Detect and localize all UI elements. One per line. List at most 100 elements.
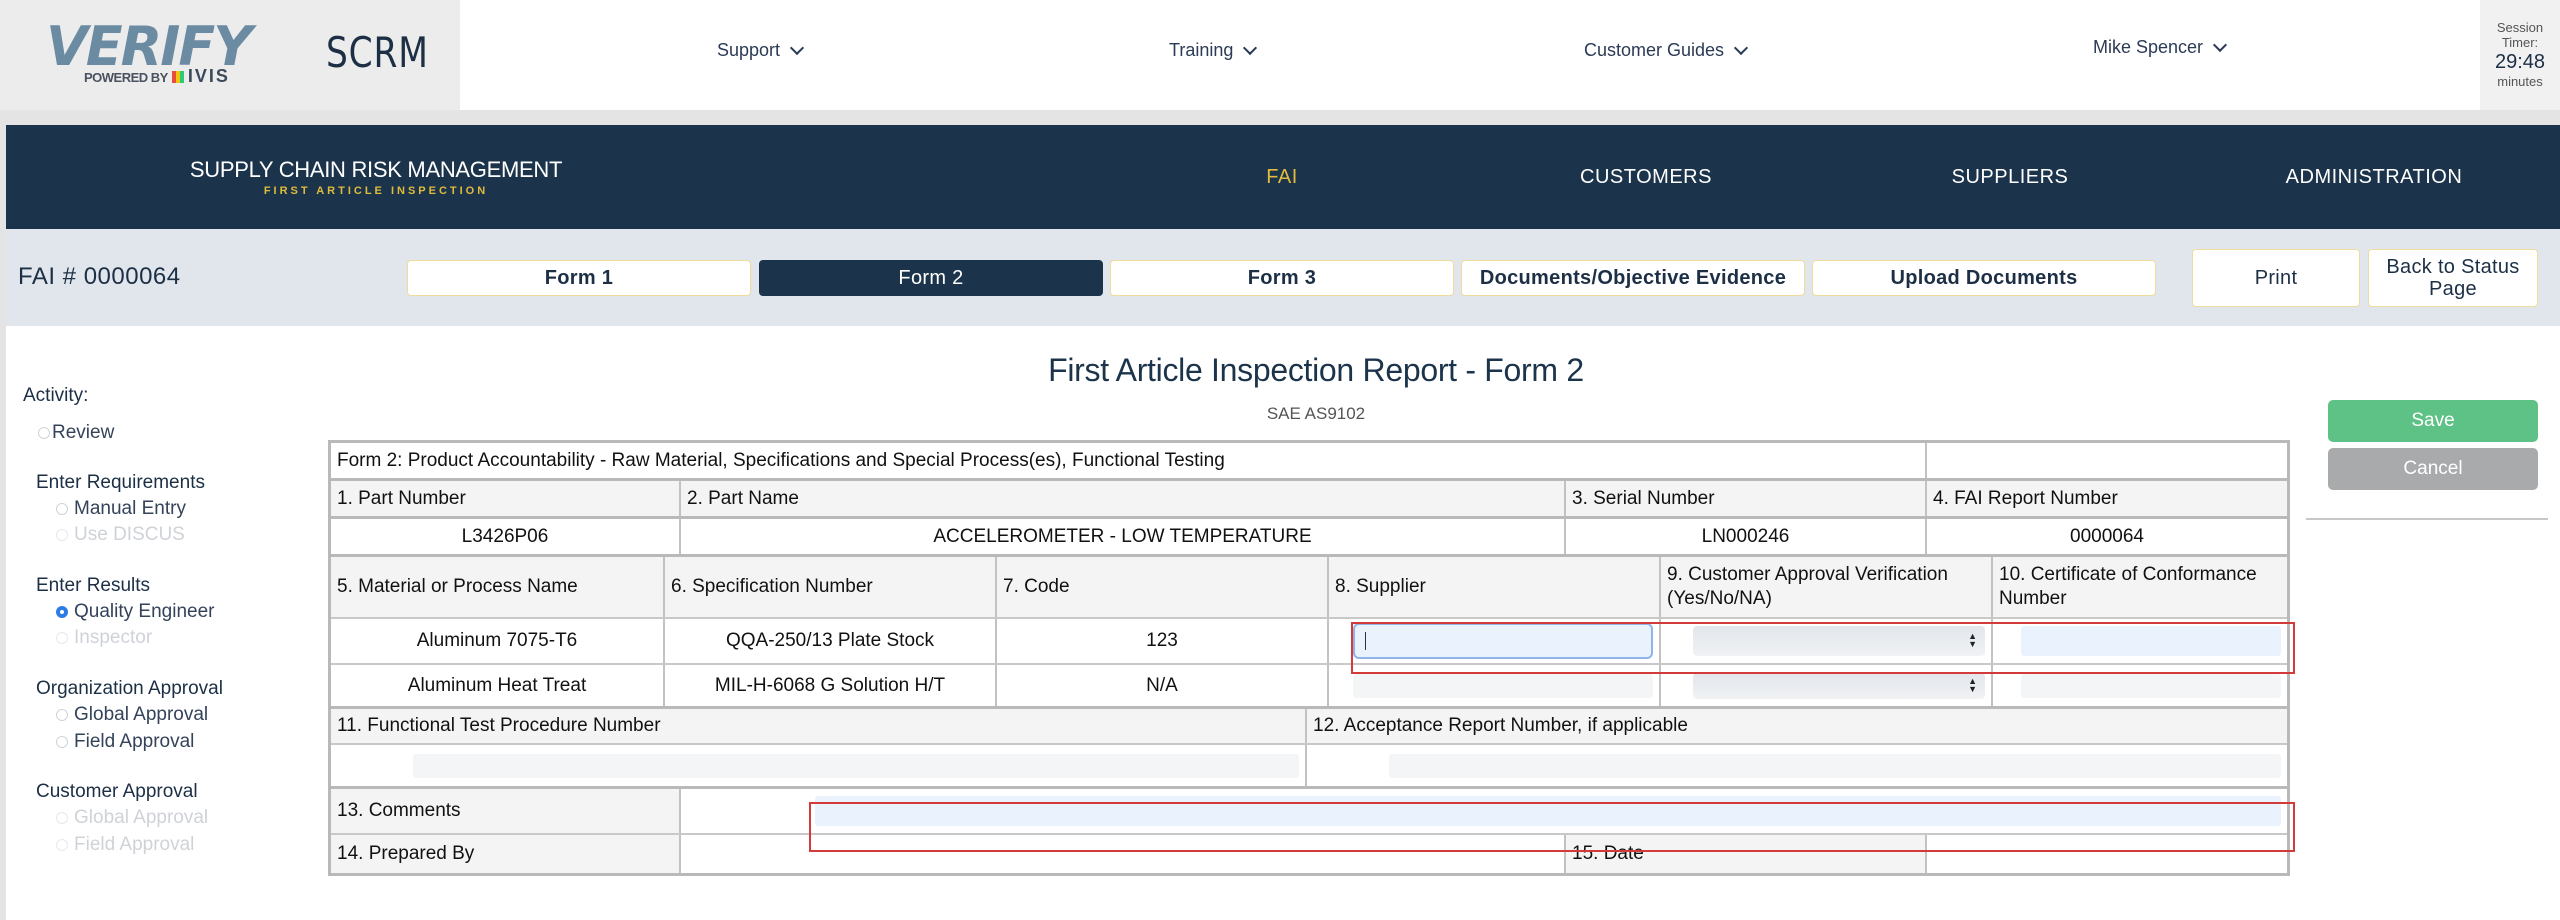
col-supplier: 8. Supplier	[1329, 557, 1661, 617]
user-name: Mike Spencer	[2093, 37, 2204, 57]
group-enter-requirements: Enter Requirements	[36, 472, 205, 493]
activity-sidebar: Activity: Review Enter Requirements Manu…	[6, 326, 326, 920]
coc-cell	[1993, 665, 2287, 706]
chevron-down-icon	[1733, 40, 1749, 55]
session-label: Session	[2496, 20, 2544, 35]
radio-icon	[56, 709, 68, 721]
coc-number-input[interactable]	[2021, 673, 2281, 698]
customer-approval-select[interactable]: ▲ ▼	[1693, 626, 1985, 656]
acceptance-report-input[interactable]	[1389, 753, 2281, 778]
supplier-input[interactable]	[1353, 673, 1653, 698]
chevron-down-icon	[1243, 40, 1258, 55]
fai-report-number-value: 0000064	[2070, 525, 2144, 547]
radio-label: Global Approval	[74, 704, 209, 725]
specification-number: QQA-250/13 Plate Stock	[665, 619, 997, 663]
radio-icon	[56, 503, 68, 515]
radio-icon	[56, 736, 68, 748]
topnav-customer-guides[interactable]: Customer Guides	[1584, 40, 1749, 61]
session-timer: Session Timer: 29:48 minutes	[2480, 0, 2560, 110]
radio-label: Quality Engineer	[74, 601, 215, 622]
nav-fai[interactable]: FAI	[1100, 125, 1464, 235]
topnav-support-label: Support	[717, 40, 781, 60]
verify-logo[interactable]: VERIFY POWERED BY IVIS	[46, 20, 276, 90]
radio-label: Field Approval	[74, 731, 195, 752]
back-to-status-button[interactable]: Back to Status Page	[2368, 249, 2538, 307]
supplier-cell	[1329, 665, 1661, 706]
tab-form-1[interactable]: Form 1	[407, 260, 751, 296]
form-title: First Article Inspection Report - Form 2	[1048, 352, 1584, 388]
radio-icon	[56, 529, 68, 541]
customer-approval-select[interactable]: ▲ ▼	[1693, 672, 1985, 699]
main-nav: SUPPLY CHAIN RISK MANAGEMENT FIRST ARTIC…	[6, 125, 2560, 235]
part-name-value: ACCELEROMETER - LOW TEMPERATURE	[681, 519, 1566, 554]
material-row: Aluminum Heat Treat MIL-H-6068 G Solutio…	[331, 665, 2287, 709]
prepared-by-label: 14. Prepared By	[331, 835, 681, 873]
user-menu[interactable]: Mike Spencer	[2093, 37, 2228, 58]
group-enter-results: Enter Results	[36, 575, 151, 596]
topnav-support[interactable]: Support	[717, 40, 805, 61]
radio-review[interactable]: Review	[38, 422, 114, 444]
code: 123	[997, 619, 1329, 663]
col-coc-number: 10. Certificate of Conformance Number	[1993, 557, 2287, 617]
section-title: Form 2: Product Accountability - Raw Mat…	[331, 443, 1927, 478]
tab-form-2[interactable]: Form 2	[759, 260, 1103, 296]
supplier-input[interactable]	[1353, 623, 1653, 659]
divider	[2306, 518, 2548, 520]
nav-administration[interactable]: ADMINISTRATION	[2192, 125, 2556, 229]
nav-suppliers[interactable]: SUPPLIERS	[1828, 125, 2192, 229]
logo-powered-by: POWERED BY IVIS	[84, 66, 230, 87]
form-subtitle: SAE AS9102	[1266, 404, 1366, 423]
brand-area: VERIFY POWERED BY IVIS SCRM	[0, 0, 460, 110]
radio-manual-entry[interactable]: Manual Entry	[56, 498, 186, 520]
col-customer-approval: 9. Customer Approval Verification (Yes/N…	[1661, 557, 1993, 617]
serial-number-label: 3. Serial Number	[1566, 481, 1927, 516]
col-specification-number: 6. Specification Number	[665, 557, 997, 617]
select-updown-icon: ▲ ▼	[1968, 631, 1977, 649]
functional-test-cell	[331, 745, 1307, 786]
radio-cust-global-approval[interactable]: Global Approval	[56, 807, 208, 829]
tab-documents-objective-evidence[interactable]: Documents/Objective Evidence	[1461, 260, 1805, 296]
nav-customers[interactable]: CUSTOMERS	[1464, 125, 1828, 229]
content-area: Activity: Review Enter Requirements Manu…	[6, 326, 2560, 920]
module-title: SUPPLY CHAIN RISK MANAGEMENT FIRST ARTIC…	[176, 157, 576, 197]
radio-use-discus[interactable]: Use DISCUS	[56, 524, 185, 546]
module-title-main: SUPPLY CHAIN RISK MANAGEMENT	[189, 157, 563, 182]
material-name: Aluminum 7075-T6	[331, 619, 665, 663]
radio-org-field-approval[interactable]: Field Approval	[56, 731, 194, 753]
form2-table: Form 2: Product Accountability - Raw Mat…	[328, 440, 2290, 876]
functional-test-input[interactable]	[413, 753, 1299, 778]
material-name: Aluminum Heat Treat	[331, 665, 665, 706]
approval-cell: ▲ ▼	[1661, 619, 1993, 663]
radio-org-global-approval[interactable]: Global Approval	[56, 704, 208, 726]
save-button[interactable]: Save	[2328, 400, 2538, 442]
topnav-training-label: Training	[1169, 40, 1234, 60]
chevron-down-icon	[2212, 37, 2228, 52]
radio-icon	[56, 839, 68, 851]
radio-inspector[interactable]: Inspector	[56, 627, 152, 649]
radio-quality-engineer[interactable]: Quality Engineer	[56, 601, 214, 623]
radio-review-label: Review	[52, 422, 115, 443]
form-tab-bar: FAI # 0000064 Form 1 Form 2 Form 3 Docum…	[6, 229, 2560, 326]
powered-by-text: POWERED BY	[84, 70, 168, 85]
radio-cust-field-approval[interactable]: Field Approval	[56, 834, 194, 856]
tab-form-3[interactable]: Form 3	[1110, 260, 1454, 296]
functional-test-label: 11. Functional Test Procedure Number	[331, 709, 1307, 743]
radio-label: Inspector	[74, 627, 153, 648]
cancel-button[interactable]: Cancel	[2328, 448, 2538, 490]
comments-input[interactable]	[815, 796, 2281, 826]
prepared-by-value	[681, 835, 1566, 873]
print-button[interactable]: Print	[2192, 249, 2360, 307]
fai-number: FAI # 0000064	[18, 263, 181, 290]
serial-number-value: LN000246	[1566, 519, 1927, 554]
radio-label: Global Approval	[74, 807, 209, 828]
date-value	[1927, 835, 2287, 873]
tab-upload-documents[interactable]: Upload Documents	[1812, 260, 2156, 296]
topnav-training[interactable]: Training	[1169, 40, 1258, 61]
coc-cell	[1993, 619, 2287, 663]
select-updown-icon: ▲ ▼	[1968, 675, 1977, 694]
radio-icon	[56, 632, 68, 644]
col-code: 7. Code	[997, 557, 1329, 617]
coc-number-input[interactable]	[2021, 626, 2281, 656]
date-label: 15. Date	[1566, 835, 1927, 873]
radio-icon	[38, 427, 50, 439]
